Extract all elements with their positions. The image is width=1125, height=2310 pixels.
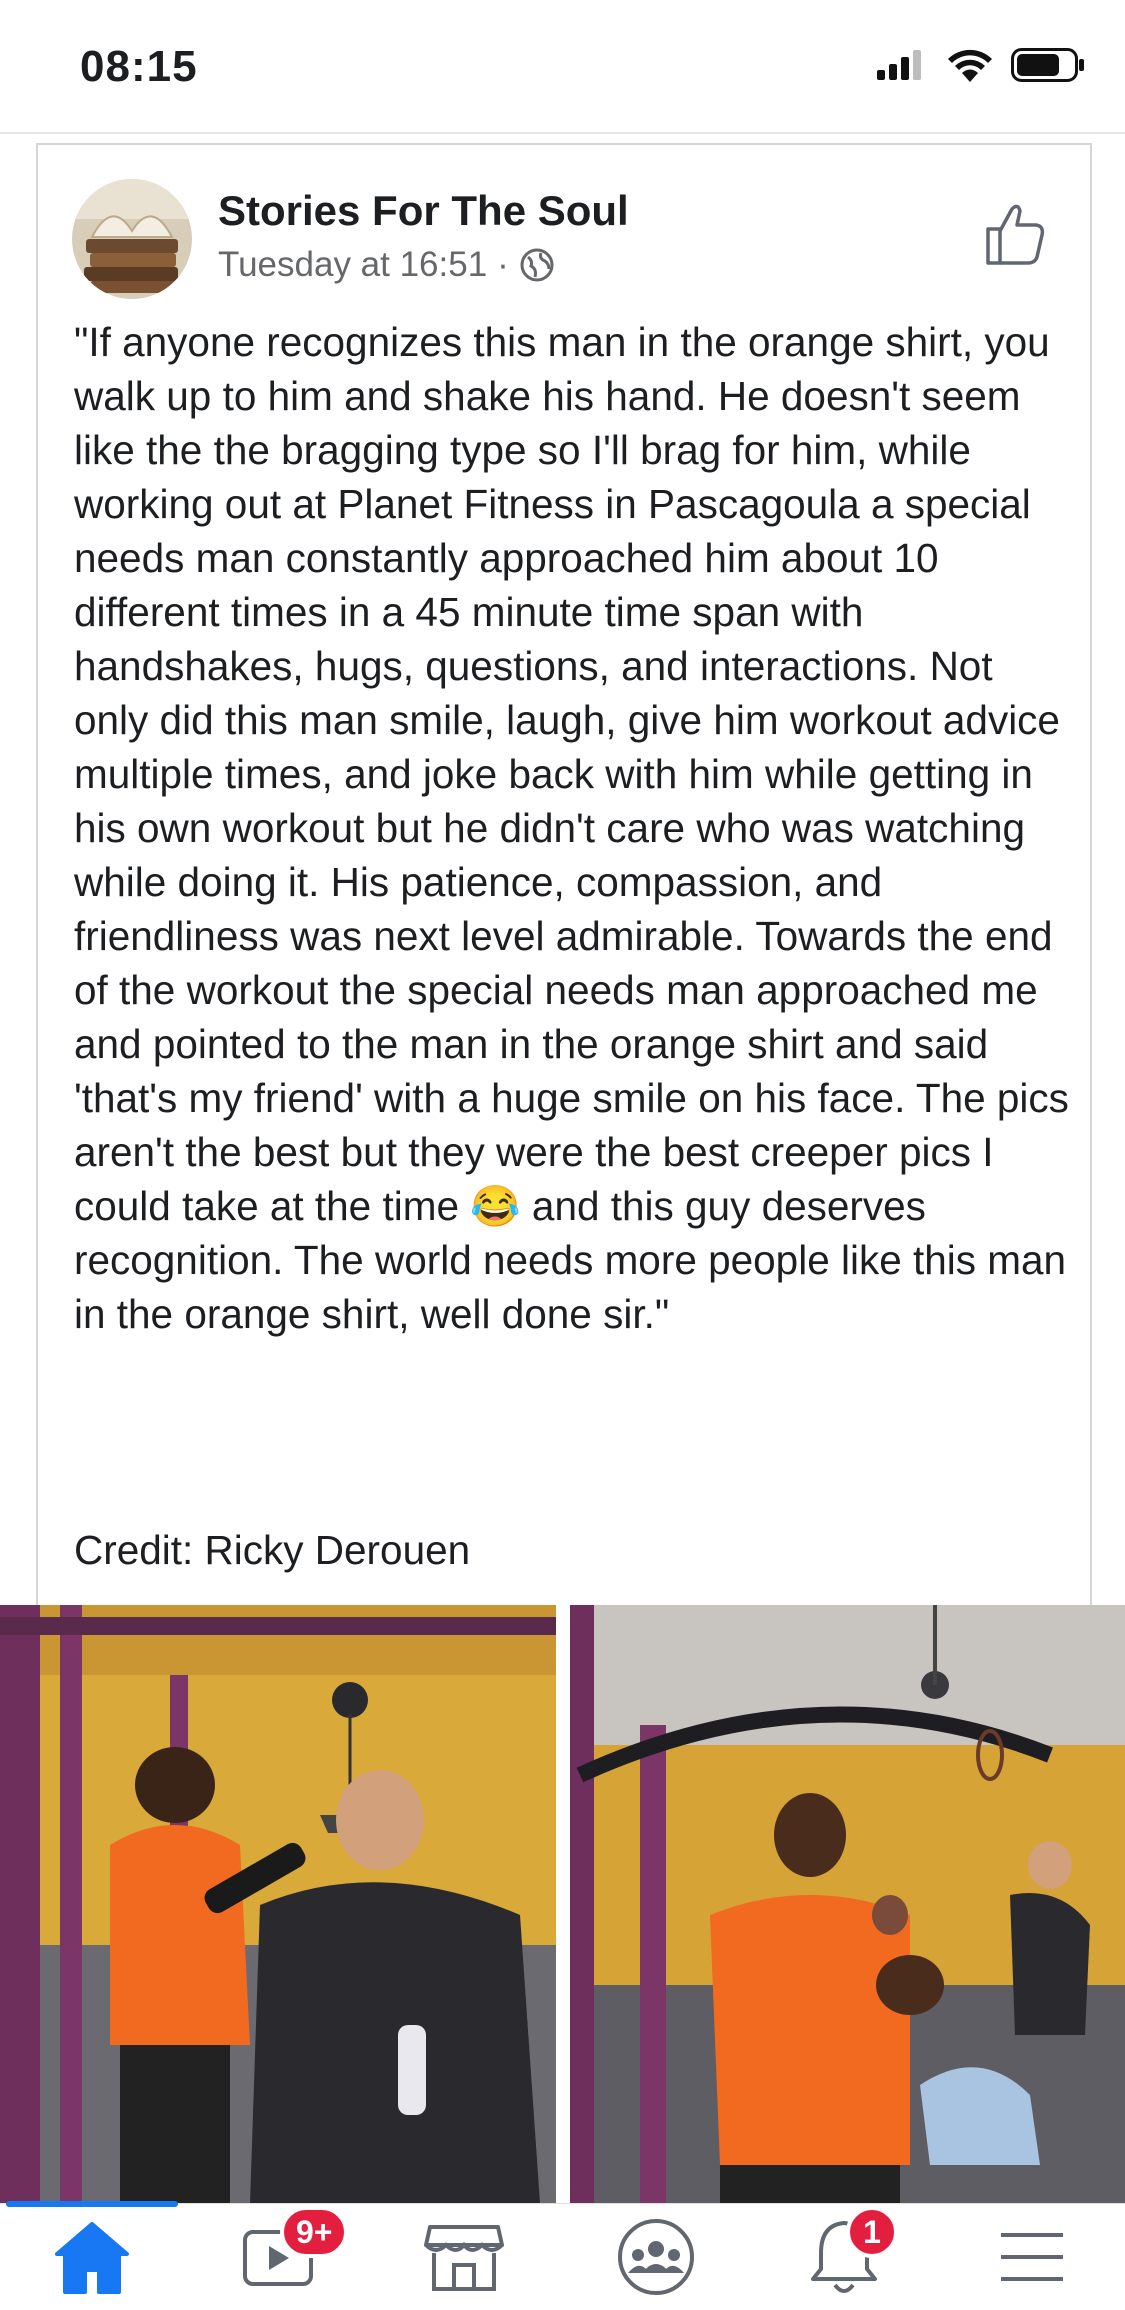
tab-home[interactable] [32,2212,152,2302]
wifi-icon [948,49,992,82]
post-photos [0,1605,1125,2203]
watch-badge: 9+ [280,2206,349,2258]
tab-menu[interactable] [972,2212,1092,2302]
notifications-badge: 1 [846,2206,898,2258]
status-bar: 08:15 [0,0,1125,134]
like-page-button[interactable] [980,199,1050,269]
globe-icon [520,248,554,282]
tab-watch[interactable]: 9+ [218,2206,349,2302]
active-tab-indicator [6,2201,178,2207]
post-timestamp[interactable]: Tuesday at 16:51 [218,245,487,285]
tab-notifications[interactable]: 1 [784,2206,904,2302]
post-card: Stories For The Soul Tuesday at 16:51 · … [36,143,1092,1605]
post-meta: Tuesday at 16:51 · [218,245,555,285]
battery-icon [1011,48,1084,82]
tab-groups[interactable] [596,2212,716,2302]
page-avatar[interactable] [72,179,192,299]
cellular-signal-icon [877,50,921,80]
home-icon [55,2222,129,2294]
status-time: 08:15 [80,42,198,91]
thumbs-up-icon [986,204,1045,265]
post-photo-2[interactable] [570,1605,1125,2203]
hamburger-menu-icon [1001,2233,1063,2281]
post-text-part-1: "If anyone recognizes this man in the or… [74,319,1081,1229]
post-credit: Credit: Ricky Derouen [74,1527,471,1573]
post-text: "If anyone recognizes this man in the or… [74,315,1074,1341]
status-icons [877,48,1085,82]
meta-separator: · [497,245,509,284]
groups-icon [618,2219,694,2295]
page-name[interactable]: Stories For The Soul [218,187,629,235]
bottom-tab-bar: 9+ 1 [0,2201,1125,2310]
marketplace-icon [424,2225,504,2291]
tab-marketplace[interactable] [404,2212,524,2302]
post-photo-1[interactable] [0,1605,556,2203]
laughing-emoji: 😂 [470,1183,521,1229]
